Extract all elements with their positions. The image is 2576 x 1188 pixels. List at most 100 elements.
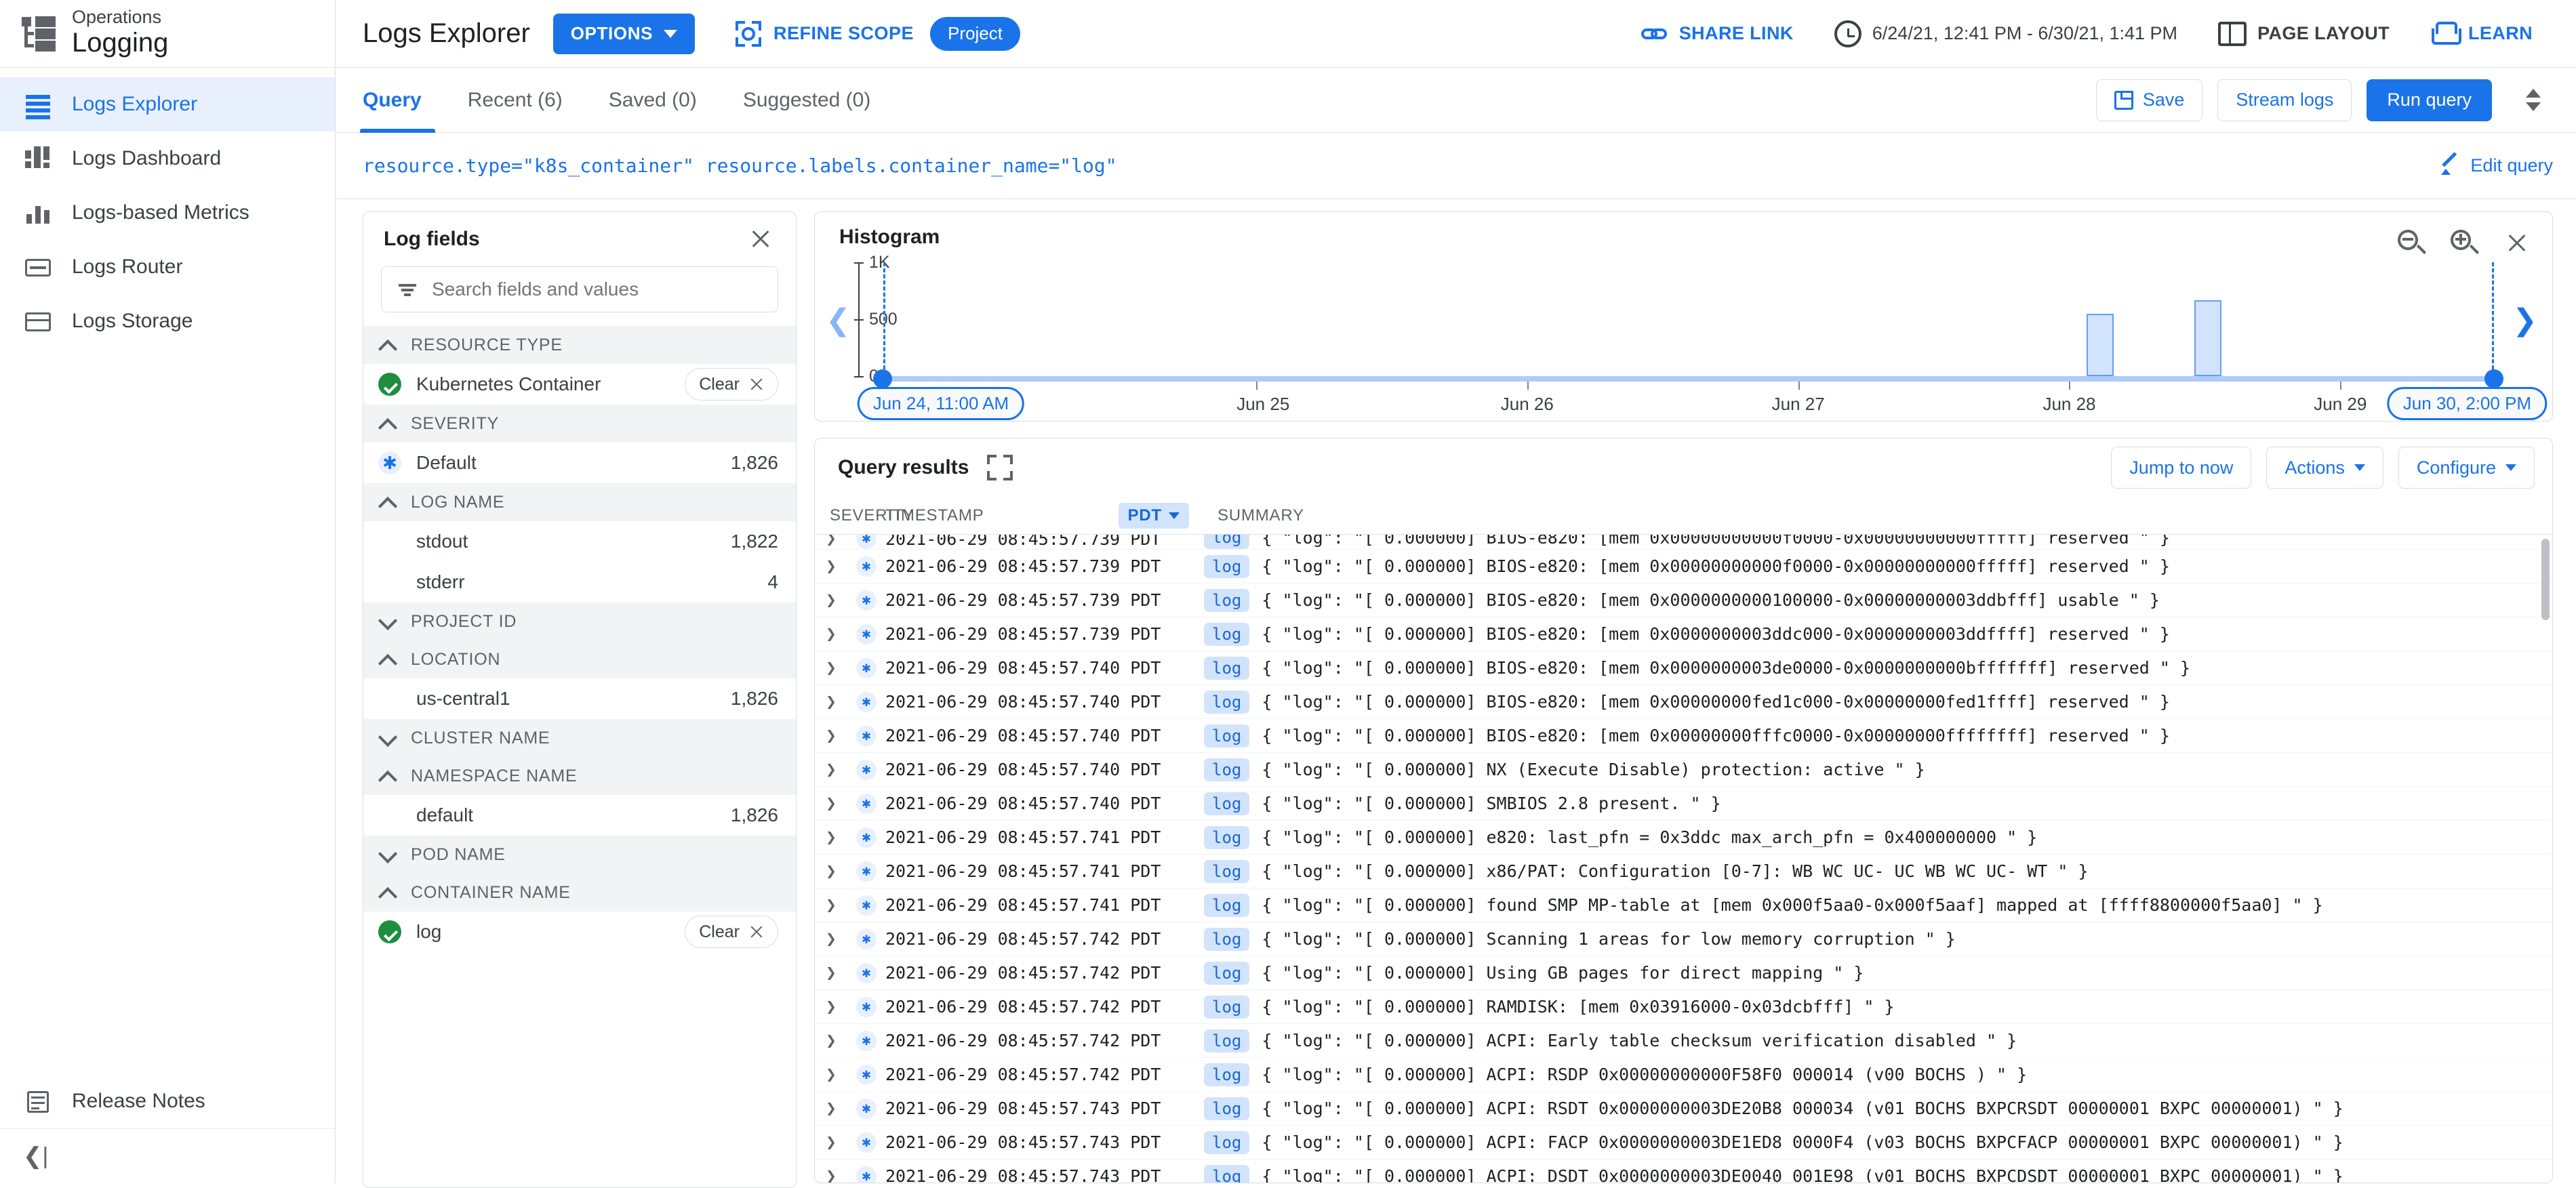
expand-row-icon[interactable]: ❯ bbox=[815, 726, 847, 746]
save-button[interactable]: Save bbox=[2095, 79, 2203, 121]
field-group-resource-type[interactable]: RESOURCE TYPE bbox=[363, 326, 796, 364]
tab-query[interactable]: Query bbox=[360, 68, 445, 133]
edit-query-button[interactable]: Edit query bbox=[2440, 155, 2553, 176]
expand-row-icon[interactable]: ❯ bbox=[815, 861, 847, 882]
range-end-handle[interactable] bbox=[2484, 369, 2503, 388]
table-row[interactable]: ❯ ✱ 2021-06-29 08:45:57.742 PDT log { "l… bbox=[815, 990, 2552, 1024]
table-row[interactable]: ❯ ✱ 2021-06-29 08:45:57.742 PDT log { "l… bbox=[815, 922, 2552, 956]
query-text[interactable]: resource.type="k8s_container" resource.l… bbox=[363, 155, 1117, 177]
field-group-location[interactable]: LOCATION bbox=[363, 640, 796, 678]
expand-row-icon[interactable]: ❯ bbox=[815, 535, 847, 549]
timezone-selector[interactable]: PDT bbox=[1118, 502, 1189, 529]
field-group-namespace-name[interactable]: NAMESPACE NAME bbox=[363, 757, 796, 795]
table-row[interactable]: ❯ ✱ 2021-06-29 08:45:57.739 PDT log { "l… bbox=[815, 583, 2552, 617]
field-group-cluster-name[interactable]: CLUSTER NAME bbox=[363, 719, 796, 757]
time-range-track[interactable] bbox=[873, 369, 2503, 388]
range-start-handle[interactable] bbox=[873, 369, 892, 388]
table-row[interactable]: ❯ ✱ 2021-06-29 08:45:57.741 PDT log { "l… bbox=[815, 855, 2552, 888]
table-row[interactable]: ❯ ✱ 2021-06-29 08:45:57.740 PDT log { "l… bbox=[815, 719, 2552, 753]
learn-button[interactable]: LEARN bbox=[2410, 20, 2553, 47]
expand-row-icon[interactable]: ❯ bbox=[815, 895, 847, 916]
field-group-container-name[interactable]: CONTAINER NAME bbox=[363, 874, 796, 912]
expand-row-icon[interactable]: ❯ bbox=[815, 556, 847, 577]
configure-button[interactable]: Configure bbox=[2398, 447, 2535, 489]
stream-logs-button[interactable]: Stream logs bbox=[2217, 79, 2352, 121]
sidebar-item-logs-based-metrics[interactable]: Logs-based Metrics bbox=[0, 186, 335, 240]
table-row[interactable]: ❯ ✱ 2021-06-29 08:45:57.739 PDT log { "l… bbox=[815, 535, 2552, 550]
clear-filter-button[interactable]: Clear bbox=[685, 368, 778, 401]
field-row-stderr[interactable]: stderr 4 bbox=[363, 562, 796, 602]
field-group-severity[interactable]: SEVERITY bbox=[363, 405, 796, 443]
sidebar-item-logs-explorer[interactable]: Logs Explorer bbox=[0, 77, 335, 131]
chevron-left-icon[interactable]: ❮ bbox=[826, 306, 851, 335]
share-link-button[interactable]: SHARE LINK bbox=[1621, 20, 1814, 47]
chevron-right-icon[interactable]: ❯ bbox=[2512, 306, 2537, 335]
collapse-left-icon[interactable]: ❮| bbox=[0, 1129, 335, 1183]
field-group-log-name[interactable]: LOG NAME bbox=[363, 483, 796, 521]
histogram-bar[interactable] bbox=[2194, 300, 2222, 376]
expand-row-icon[interactable]: ❯ bbox=[815, 658, 847, 678]
expand-row-icon[interactable]: ❯ bbox=[815, 997, 847, 1017]
table-row[interactable]: ❯ ✱ 2021-06-29 08:45:57.742 PDT log { "l… bbox=[815, 1024, 2552, 1058]
sidebar-item-logs-dashboard[interactable]: Logs Dashboard bbox=[0, 131, 335, 186]
expand-row-icon[interactable]: ❯ bbox=[815, 1099, 847, 1119]
field-row-kubernetes-container[interactable]: Kubernetes Container Clear bbox=[363, 364, 796, 405]
expand-row-icon[interactable]: ❯ bbox=[815, 624, 847, 644]
field-row-default-namespace[interactable]: default 1,826 bbox=[363, 795, 796, 836]
date-range-picker[interactable]: 6/24/21, 12:41 PM - 6/30/21, 1:41 PM bbox=[1814, 20, 2198, 47]
expand-row-icon[interactable]: ❯ bbox=[815, 692, 847, 712]
range-start-pill[interactable]: Jun 24, 11:00 AM bbox=[857, 387, 1025, 420]
log-fields-search[interactable] bbox=[381, 266, 778, 312]
table-row[interactable]: ❯ ✱ 2021-06-29 08:45:57.740 PDT log { "l… bbox=[815, 753, 2552, 787]
expand-row-icon[interactable]: ❯ bbox=[815, 963, 847, 983]
scope-chip[interactable]: Project bbox=[930, 16, 1020, 51]
expand-row-icon[interactable]: ❯ bbox=[815, 1132, 847, 1153]
table-row[interactable]: ❯ ✱ 2021-06-29 08:45:57.742 PDT log { "l… bbox=[815, 1058, 2552, 1092]
table-row[interactable]: ❯ ✱ 2021-06-29 08:45:57.741 PDT log { "l… bbox=[815, 888, 2552, 922]
table-row[interactable]: ❯ ✱ 2021-06-29 08:45:57.739 PDT log { "l… bbox=[815, 550, 2552, 583]
run-query-button[interactable]: Run query bbox=[2367, 79, 2492, 121]
jump-to-now-button[interactable]: Jump to now bbox=[2111, 447, 2252, 489]
toggle-expand-button[interactable] bbox=[2514, 81, 2553, 120]
histogram-bar[interactable] bbox=[2087, 314, 2114, 376]
table-row[interactable]: ❯ ✱ 2021-06-29 08:45:57.741 PDT log { "l… bbox=[815, 821, 2552, 855]
table-row[interactable]: ❯ ✱ 2021-06-29 08:45:57.740 PDT log { "l… bbox=[815, 787, 2552, 821]
actions-button[interactable]: Actions bbox=[2266, 447, 2383, 489]
close-icon[interactable] bbox=[743, 222, 778, 257]
tab-suggested[interactable]: Suggested (0) bbox=[720, 68, 893, 133]
field-group-pod-name[interactable]: POD NAME bbox=[363, 836, 796, 874]
expand-row-icon[interactable]: ❯ bbox=[815, 760, 847, 780]
expand-icon[interactable] bbox=[985, 453, 1015, 483]
field-row-us-central1[interactable]: us-central1 1,826 bbox=[363, 678, 796, 719]
expand-row-icon[interactable]: ❯ bbox=[815, 1065, 847, 1085]
expand-row-icon[interactable]: ❯ bbox=[815, 929, 847, 949]
field-group-project-id[interactable]: PROJECT ID bbox=[363, 602, 796, 640]
tab-saved[interactable]: Saved (0) bbox=[586, 68, 720, 133]
expand-row-icon[interactable]: ❯ bbox=[815, 1031, 847, 1051]
table-row[interactable]: ❯ ✱ 2021-06-29 08:45:57.743 PDT log { "l… bbox=[815, 1092, 2552, 1126]
expand-row-icon[interactable]: ❯ bbox=[815, 590, 847, 611]
table-row[interactable]: ❯ ✱ 2021-06-29 08:45:57.742 PDT log { "l… bbox=[815, 956, 2552, 990]
sidebar-item-logs-storage[interactable]: Logs Storage bbox=[0, 294, 335, 348]
expand-row-icon[interactable]: ❯ bbox=[815, 794, 847, 814]
search-input[interactable] bbox=[430, 278, 763, 301]
table-row[interactable]: ❯ ✱ 2021-06-29 08:45:57.740 PDT log { "l… bbox=[815, 651, 2552, 685]
sidebar-item-logs-router[interactable]: Logs Router bbox=[0, 240, 335, 294]
table-row[interactable]: ❯ ✱ 2021-06-29 08:45:57.740 PDT log { "l… bbox=[815, 685, 2552, 719]
range-end-pill[interactable]: Jun 30, 2:00 PM bbox=[2387, 387, 2548, 420]
table-row[interactable]: ❯ ✱ 2021-06-29 08:45:57.739 PDT log { "l… bbox=[815, 617, 2552, 651]
refine-scope-button[interactable]: REFINE SCOPE bbox=[734, 20, 914, 48]
results-scrollbar[interactable] bbox=[2541, 539, 2550, 620]
expand-row-icon[interactable]: ❯ bbox=[815, 827, 847, 848]
sidebar-item-release-notes[interactable]: Release Notes bbox=[0, 1074, 335, 1128]
table-row[interactable]: ❯ ✱ 2021-06-29 08:45:57.743 PDT log { "l… bbox=[815, 1160, 2552, 1183]
table-row[interactable]: ❯ ✱ 2021-06-29 08:45:57.743 PDT log { "l… bbox=[815, 1126, 2552, 1160]
clear-filter-button[interactable]: Clear bbox=[685, 916, 778, 948]
page-layout-button[interactable]: PAGE LAYOUT bbox=[2198, 21, 2410, 46]
field-row-log-container[interactable]: log Clear bbox=[363, 912, 796, 952]
field-row-default[interactable]: ✱ Default 1,826 bbox=[363, 443, 796, 483]
expand-row-icon[interactable]: ❯ bbox=[815, 1166, 847, 1183]
options-button[interactable]: OPTIONS bbox=[552, 13, 696, 54]
tab-recent[interactable]: Recent (6) bbox=[445, 68, 586, 133]
field-row-stdout[interactable]: stdout 1,822 bbox=[363, 521, 796, 562]
